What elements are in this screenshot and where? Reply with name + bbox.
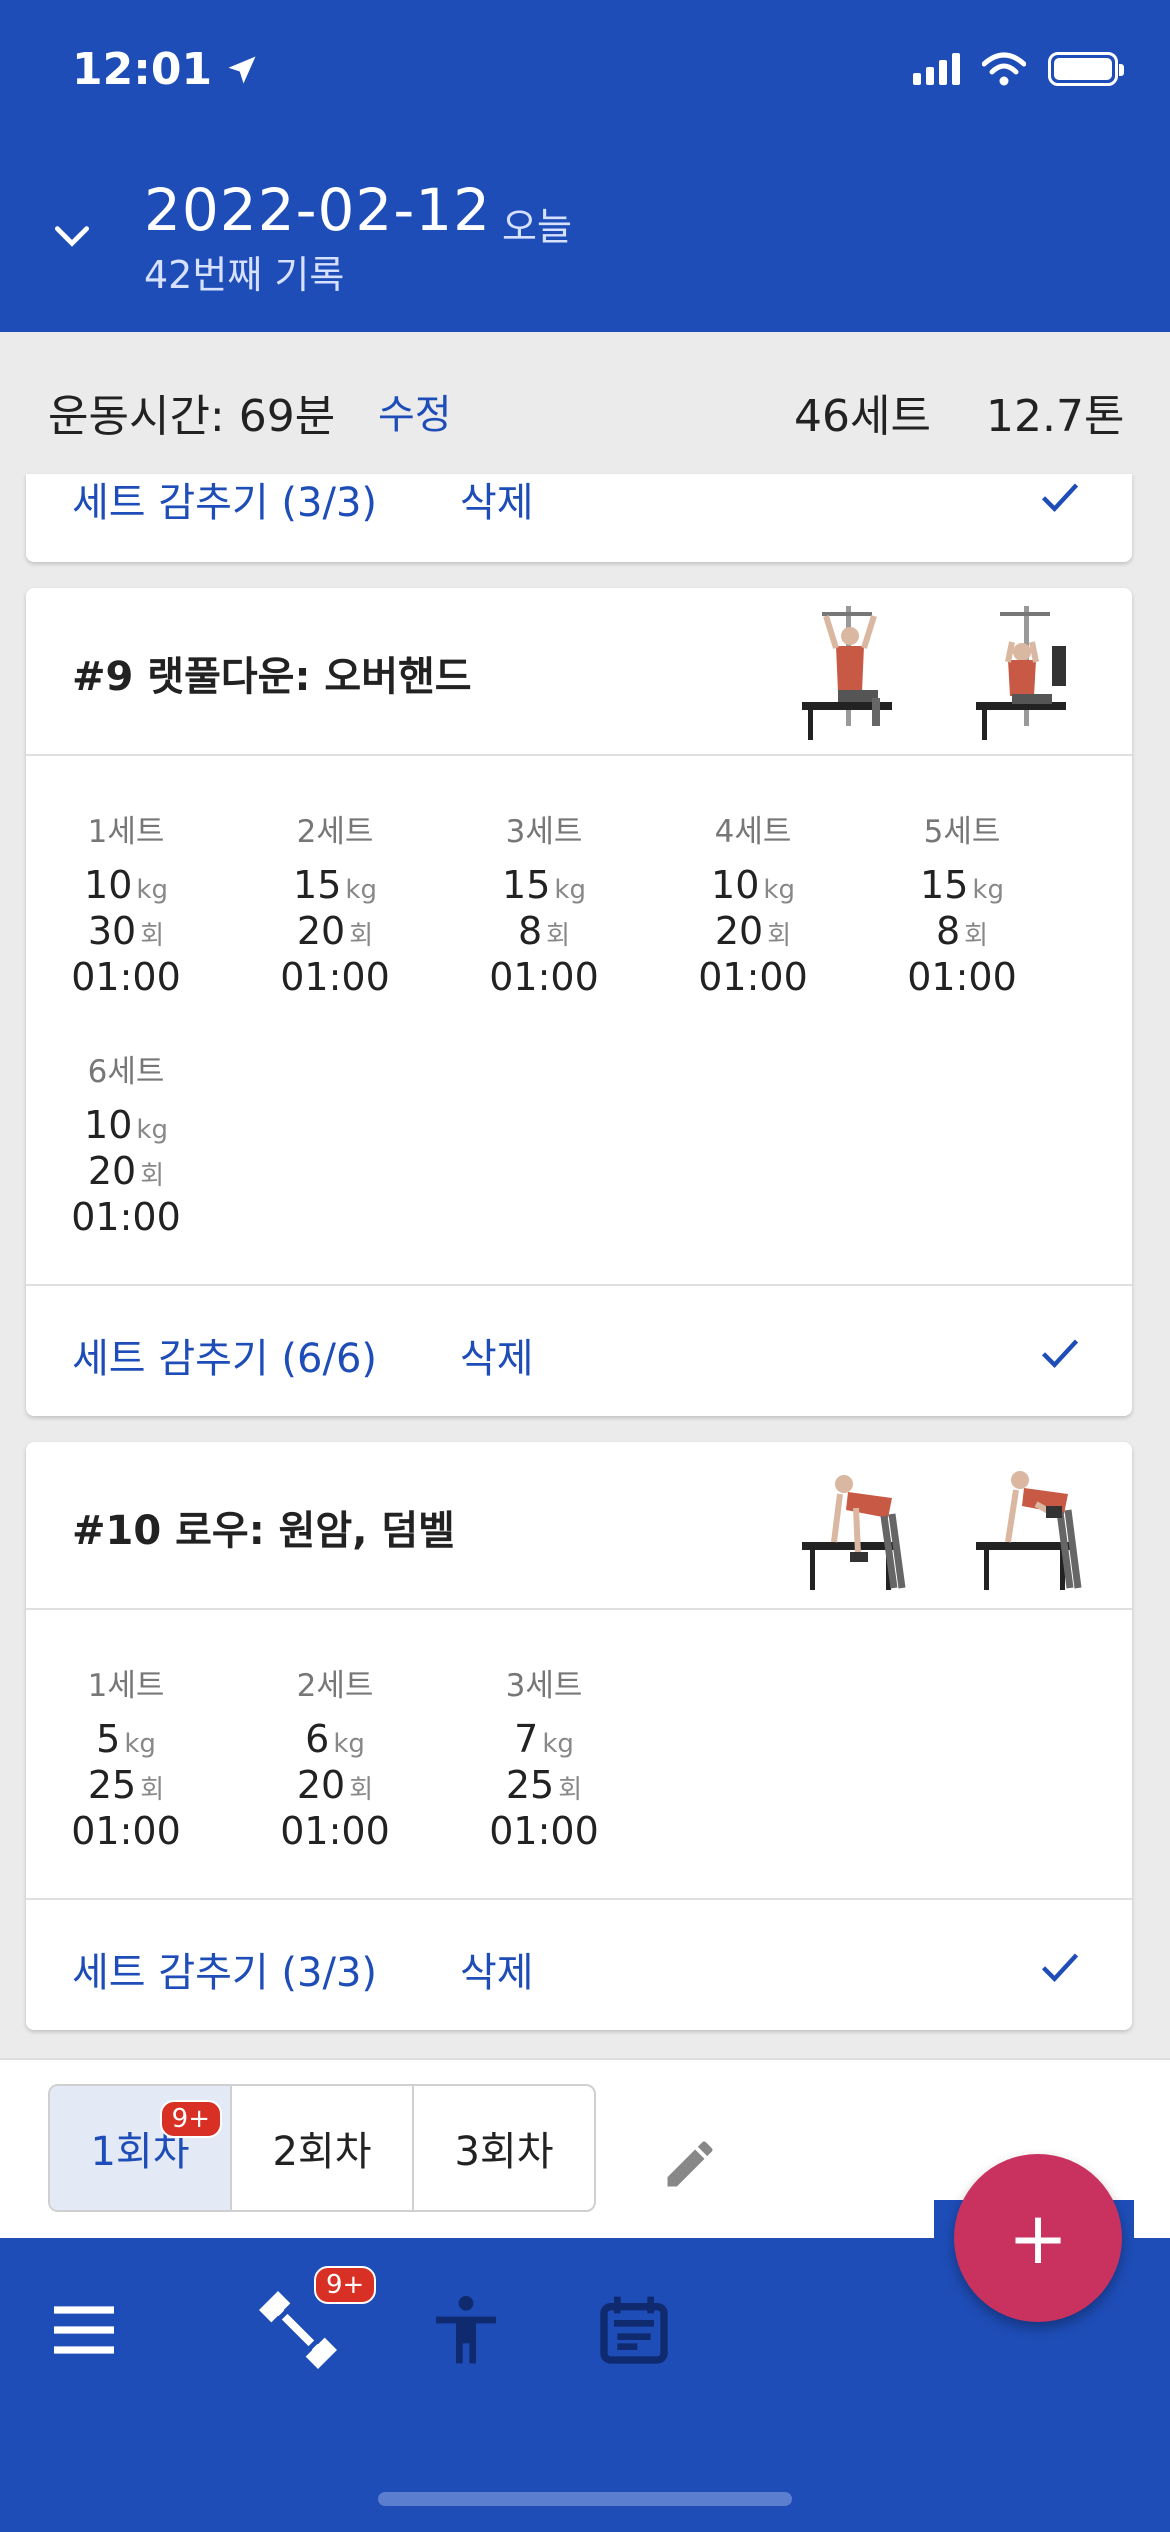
tab-session-2[interactable]: 2회차: [232, 2086, 414, 2210]
set-cell[interactable]: 3세트 7 kg 25 회 01:00: [464, 1660, 624, 1854]
set-reps: 8회: [517, 909, 571, 953]
hide-sets-button[interactable]: 세트 감추기 (3/3): [72, 1940, 377, 1998]
lat-pulldown-illustration-2: [976, 606, 1066, 740]
add-button[interactable]: +: [954, 2154, 1122, 2322]
notification-badge: 9+: [314, 2266, 377, 2304]
set-weight: 6 kg: [305, 1717, 365, 1761]
clock: 12:01: [72, 44, 213, 95]
check-icon[interactable]: [1038, 474, 1082, 518]
status-icons: [913, 52, 1124, 86]
set-reps: 25 회: [505, 1763, 583, 1807]
page-title[interactable]: 2022-02-12: [144, 176, 491, 244]
set-time: 01:00: [489, 955, 599, 999]
set-time: 01:00: [71, 1195, 181, 1239]
delete-button[interactable]: 삭제: [460, 1940, 534, 1998]
divider: [26, 1608, 1132, 1610]
card-footer: 세트 감추기 (3/3) 삭제: [26, 430, 1132, 560]
set-weight: 15 kg: [920, 863, 1004, 907]
exercise-card: #10 로우: 원암, 덤벨 1세트 5 kg 25 회 01:00 2세트 6 kg…: [26, 1442, 1132, 2030]
delete-button[interactable]: 삭제: [460, 470, 534, 528]
set-cell[interactable]: 1세트 10 kg 30 회 01:00: [46, 806, 206, 1000]
set-cell[interactable]: 5세트 15 kg 8회 01:00: [882, 806, 1042, 1000]
set-cell[interactable]: 6세트 10 kg 20 회 01:00: [46, 1046, 206, 1240]
record-count: 42번째 기록: [144, 253, 345, 297]
status-time: 12:01: [72, 44, 260, 95]
set-time: 01:00: [280, 1809, 390, 1853]
set-weight: 15 kg: [293, 863, 377, 907]
exercise-card: #9 랫풀다운: 오버핸드 1세트 10 kg 30 회 01:00 2세트 15 k…: [26, 588, 1132, 1416]
set-reps: 25 회: [87, 1763, 165, 1807]
set-cell[interactable]: 4세트 10 kg 20 회 01:00: [673, 806, 833, 1000]
set-label: 3세트: [505, 1668, 583, 1704]
dumbbell-row-illustration-2: [976, 1471, 1082, 1590]
set-time: 01:00: [71, 1809, 181, 1853]
set-label: 4세트: [714, 814, 792, 850]
pencil-icon[interactable]: [660, 2134, 720, 2194]
card-footer: 세트 감추기 (6/6) 삭제: [26, 1286, 1132, 1416]
header: 12:01 2022-02-12 오늘 42번째 기록: [0, 0, 1170, 332]
set-weight: 15 kg: [502, 863, 586, 907]
tab-label: 3회차: [454, 2129, 554, 2175]
set-cell[interactable]: 1세트 5 kg 25 회 01:00: [46, 1660, 206, 1854]
set-cell[interactable]: 2세트 15 kg 20 회 01:00: [255, 806, 415, 1000]
set-weight: 10 kg: [84, 1103, 168, 1147]
wifi-icon: [982, 52, 1026, 86]
set-reps: 20 회: [296, 909, 374, 953]
set-weight: 5 kg: [96, 1717, 156, 1761]
set-weight: 10 kg: [84, 863, 168, 907]
card-footer: 세트 감추기 (3/3) 삭제: [26, 1900, 1132, 2030]
hide-sets-button[interactable]: 세트 감추기 (3/3): [72, 470, 377, 528]
lat-pulldown-illustration-1: [802, 606, 892, 740]
divider: [26, 754, 1132, 756]
set-label: 1세트: [87, 814, 165, 850]
body-icon[interactable]: [426, 2290, 506, 2370]
battery-icon: [1048, 52, 1124, 86]
plus-icon: +: [1007, 2196, 1069, 2280]
set-reps: 8회: [935, 909, 989, 953]
menu-icon[interactable]: [44, 2290, 124, 2370]
chevron-down-icon[interactable]: [50, 214, 94, 258]
location-arrow-icon: [228, 56, 256, 83]
set-label: 2세트: [296, 1668, 374, 1704]
set-label: 6세트: [87, 1054, 165, 1090]
notification-badge: 9+: [159, 2100, 222, 2138]
check-icon[interactable]: [1038, 1944, 1082, 1988]
set-cell[interactable]: 3세트 15 kg 8회 01:00: [464, 806, 624, 1000]
set-reps: 20 회: [87, 1149, 165, 1193]
set-time: 01:00: [71, 955, 181, 999]
calendar-icon[interactable]: [594, 2290, 674, 2370]
tab-session-3[interactable]: 3회차: [414, 2086, 594, 2210]
hide-sets-button[interactable]: 세트 감추기 (6/6): [72, 1326, 377, 1384]
today-label: 오늘: [502, 205, 572, 249]
set-label: 1세트: [87, 1668, 165, 1704]
set-time: 01:00: [489, 1809, 599, 1853]
set-time: 01:00: [698, 955, 808, 999]
set-label: 3세트: [505, 814, 583, 850]
set-label: 2세트: [296, 814, 374, 850]
set-time: 01:00: [907, 955, 1017, 999]
tab-label: 2회차: [272, 2129, 372, 2175]
set-reps: 20 회: [714, 909, 792, 953]
set-label: 5세트: [923, 814, 1001, 850]
exercise-title[interactable]: #10 로우: 원암, 덤벨: [72, 1498, 455, 1556]
tab-session-1[interactable]: 1회차 9+: [50, 2086, 232, 2210]
session-tabs: 1회차 9+ 2회차 3회차: [48, 2084, 596, 2212]
set-weight: 7 kg: [514, 1717, 574, 1761]
exercise-title[interactable]: #9 랫풀다운: 오버핸드: [72, 644, 472, 702]
home-indicator: [378, 2492, 792, 2506]
set-reps: 20 회: [296, 1763, 374, 1807]
set-cell[interactable]: 2세트 6 kg 20 회 01:00: [255, 1660, 415, 1854]
check-icon[interactable]: [1038, 1330, 1082, 1374]
set-time: 01:00: [280, 955, 390, 999]
dumbbell-row-illustration-1: [802, 1475, 906, 1590]
set-reps: 30 회: [87, 909, 165, 953]
exercise-card-partial: 세트 감추기 (3/3) 삭제: [26, 474, 1132, 562]
cellular-signal-icon: [913, 53, 960, 85]
set-weight: 10 kg: [711, 863, 795, 907]
delete-button[interactable]: 삭제: [460, 1326, 534, 1384]
